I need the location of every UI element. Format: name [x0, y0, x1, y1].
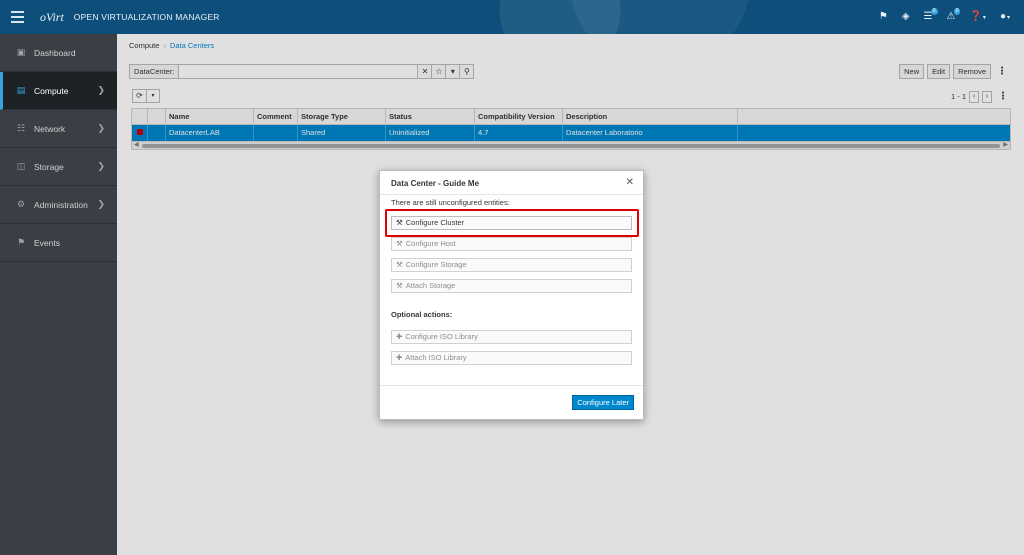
sidebar-item-dashboard[interactable]: ▣ Dashboard: [0, 34, 117, 72]
sidebar-item-label: Compute: [34, 85, 69, 96]
configure-later-button[interactable]: Configure Later: [572, 395, 634, 410]
plus-icon: ✚: [396, 353, 403, 362]
sidebar-item-compute[interactable]: ▤ Compute ❯: [0, 72, 117, 110]
tasks-icon[interactable]: ☰ 0: [924, 8, 938, 22]
network-icon: ☷: [16, 123, 26, 133]
events-badge: 0: [953, 8, 961, 15]
configure-iso-library-button[interactable]: ✚ Configure ISO Library: [391, 330, 632, 344]
user-icon[interactable]: ●▾: [1000, 11, 1010, 23]
sidebar: ▣ Dashboard ▤ Compute ❯ ☷ Network ❯ ◫ St…: [0, 34, 117, 555]
product-name: OPEN VIRTUALIZATION MANAGER: [73, 12, 220, 22]
sidebar-item-label: Administration: [34, 199, 88, 210]
wrench-icon: ⚒: [396, 260, 403, 269]
chevron-right-icon: ❯: [97, 123, 105, 133]
configure-host-button[interactable]: ⚒ Configure Host: [391, 237, 632, 251]
attach-storage-button[interactable]: ⚒ Attach Storage: [391, 279, 632, 293]
bell-icon[interactable]: ⚠ 0: [947, 8, 961, 22]
wrench-icon: ⚒: [396, 239, 403, 248]
hamburger-menu-icon[interactable]: [0, 0, 34, 34]
storage-icon: ◫: [16, 161, 26, 171]
guide-me-dialog: Data Center - Guide Me ✕ There are still…: [379, 170, 644, 420]
tasks-badge: 0: [930, 8, 938, 15]
chevron-right-icon: ❯: [97, 199, 105, 209]
sidebar-item-network[interactable]: ☷ Network ❯: [0, 110, 117, 148]
help-icon[interactable]: ❓▾: [969, 11, 985, 23]
sidebar-item-label: Network: [34, 123, 66, 134]
sidebar-item-label: Storage: [34, 161, 64, 172]
highlight-box: [385, 209, 639, 237]
dialog-header: Data Center - Guide Me ✕: [380, 171, 643, 195]
dialog-footer: Configure Later: [380, 385, 643, 419]
sidebar-item-label: Dashboard: [34, 47, 76, 58]
attach-iso-library-button[interactable]: ✚ Attach ISO Library: [391, 351, 632, 365]
sidebar-item-administration[interactable]: ⚙ Administration ❯: [0, 186, 117, 224]
button-label: Configure Host: [405, 239, 456, 248]
top-navbar: oVirt OPEN VIRTUALIZATION MANAGER ⚑ ◈ ☰ 0…: [0, 0, 1024, 34]
plus-icon: ✚: [396, 332, 403, 341]
chevron-right-icon: ❯: [97, 161, 105, 171]
button-label: Configure Storage: [405, 260, 467, 269]
sidebar-item-label: Events: [34, 237, 60, 248]
close-icon[interactable]: ✕: [626, 177, 634, 188]
tag-icon[interactable]: ◈: [902, 12, 910, 22]
bookmark-icon[interactable]: ⚑: [879, 12, 888, 22]
compute-icon: ▤: [16, 85, 26, 95]
configure-storage-button[interactable]: ⚒ Configure Storage: [391, 258, 632, 272]
gear-icon: ⚙: [16, 199, 26, 209]
dialog-intro: There are still unconfigured entities:: [391, 198, 510, 207]
optional-actions-title: Optional actions:: [391, 310, 453, 319]
sidebar-item-storage[interactable]: ◫ Storage ❯: [0, 148, 117, 186]
chevron-right-icon: ❯: [97, 85, 105, 95]
wrench-icon: ⚒: [396, 281, 403, 290]
dashboard-icon: ▣: [16, 47, 26, 57]
ovirt-logo[interactable]: oVirt: [40, 10, 64, 25]
dialog-title: Data Center - Guide Me: [391, 179, 480, 188]
button-label: Attach ISO Library: [405, 353, 467, 362]
button-label: Attach Storage: [405, 281, 456, 290]
flag-icon: ⚑: [16, 237, 26, 247]
sidebar-item-events[interactable]: ⚑ Events: [0, 224, 117, 262]
button-label: Configure ISO Library: [405, 332, 478, 341]
